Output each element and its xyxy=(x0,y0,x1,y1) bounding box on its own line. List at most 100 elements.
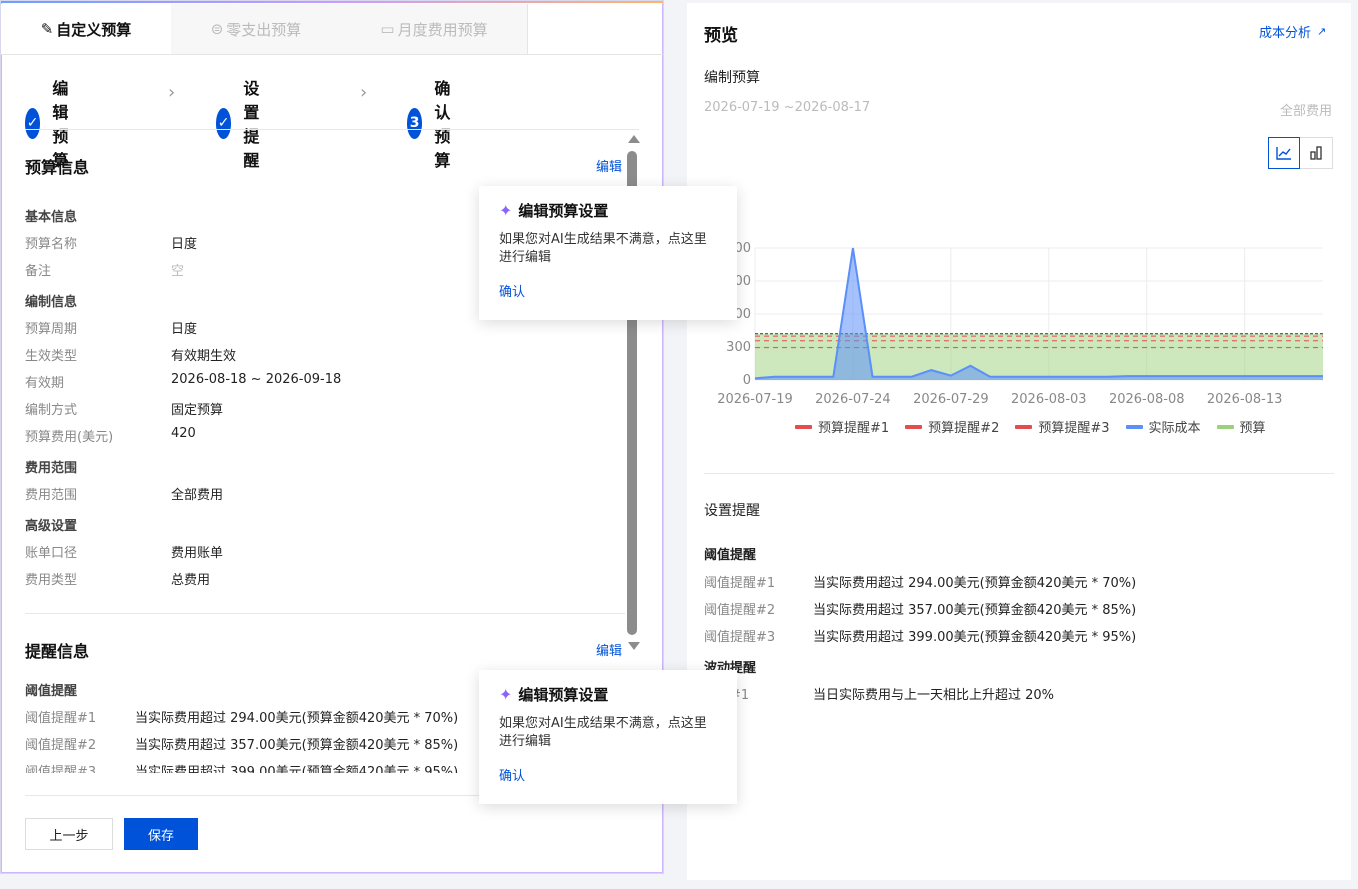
bar-chart-icon xyxy=(1310,146,1322,160)
coin-icon: ⊜ xyxy=(210,20,224,38)
x-tick-label: 2026-07-29 xyxy=(913,392,989,407)
sparkle-icon: ✦ xyxy=(499,201,513,220)
tooltip-confirm-button[interactable]: 确认 xyxy=(499,281,717,300)
info-group-title: 高级设置 xyxy=(25,519,78,534)
budget-chart: 030060090012002026-07-192026-07-242026-0… xyxy=(717,241,1323,407)
preview-title: 预览 xyxy=(704,26,738,46)
legend-swatch xyxy=(1125,424,1143,429)
alert-value: 当实际费用超过 294.00美元(预算金额420美元 * 70%) xyxy=(135,711,459,726)
info-value: 420 xyxy=(171,426,196,441)
legend-item-budget[interactable]: 预算 xyxy=(1216,417,1266,436)
divider xyxy=(25,613,625,614)
threshold-alert-subtitle: 阈值提醒 xyxy=(25,684,78,699)
info-value: 日度 xyxy=(171,322,198,337)
check-icon: ✓ xyxy=(25,107,41,139)
divider xyxy=(25,129,639,130)
info-value: 日度 xyxy=(171,237,198,252)
external-link-icon: ↗ xyxy=(1317,25,1327,38)
alert-setting-label: 阈值提醒#1 xyxy=(704,576,776,591)
legend-item-alert2[interactable]: 预算提醒#2 xyxy=(905,417,999,436)
info-label: 预算费用(美元) xyxy=(25,430,114,445)
info-label: 备注 xyxy=(25,264,52,279)
x-tick-label: 2026-08-13 xyxy=(1207,392,1283,407)
tooltip-title: ✦ 编辑预算设置 xyxy=(499,201,609,220)
alert-label: 阈值提醒#1 xyxy=(25,711,97,726)
preview-subtitle: 编制预算 xyxy=(704,70,760,86)
tooltip-confirm-button[interactable]: 确认 xyxy=(499,765,717,784)
info-label: 预算名称 xyxy=(25,237,78,252)
info-value: 费用账单 xyxy=(171,546,224,561)
alert-settings-title: 设置提醒 xyxy=(704,503,760,519)
step-number: 3 xyxy=(407,107,423,139)
info-label: 生效类型 xyxy=(25,349,78,364)
alert-value: 当实际费用超过 357.00美元(预算金额420美元 * 85%) xyxy=(135,738,459,753)
tooltip-title: ✦ 编辑预算设置 xyxy=(499,685,609,704)
x-tick-label: 2026-07-19 xyxy=(717,392,793,407)
legend-swatch xyxy=(1015,424,1033,429)
chevron-right-icon: › xyxy=(168,82,176,103)
alert-info-title: 提醒信息 xyxy=(25,642,90,661)
y-tick-label: 300 xyxy=(726,340,751,355)
prev-step-button[interactable]: 上一步 xyxy=(25,818,113,850)
check-icon: ✓ xyxy=(216,107,232,139)
x-tick-label: 2026-08-08 xyxy=(1109,392,1185,407)
alert-setting-value: 当实际费用超过 294.00美元(预算金额420美元 * 70%) xyxy=(813,576,1137,591)
info-group-title: 费用范围 xyxy=(25,461,78,476)
info-label: 账单口径 xyxy=(25,546,78,561)
info-group-title: 基本信息 xyxy=(25,210,78,225)
sparkle-icon: ✦ xyxy=(499,685,513,704)
y-tick-label: 0 xyxy=(743,373,751,388)
alert-label: 阈值提醒#3 xyxy=(25,765,97,773)
budget-info-title: 预算信息 xyxy=(25,158,90,177)
info-label: 费用范围 xyxy=(25,488,78,503)
legend-swatch xyxy=(905,424,923,429)
scroll-up-icon[interactable] xyxy=(628,135,640,143)
tab-monthly-budget[interactable]: ▭ 月度费用预算 xyxy=(341,4,528,54)
budget-info-edit-link[interactable]: 编辑 xyxy=(596,156,622,175)
info-value: 2026-08-18 ~ 2026-09-18 xyxy=(171,372,342,387)
info-value: 全部费用 xyxy=(171,488,224,503)
legend-swatch xyxy=(1216,424,1234,429)
alert-setting-label: 阈值提醒#3 xyxy=(704,630,776,645)
preview-panel: 预览 成本分析 ↗ 编制预算 2026-07-19 ~2026-08-17 全部费… xyxy=(687,3,1351,880)
alert-value: 当实际费用超过 399.00美元(预算金额420美元 * 95%) xyxy=(135,765,459,773)
info-label: 费用类型 xyxy=(25,573,78,588)
tooltip-body: 如果您对AI生成结果不满意，点这里进行编辑 xyxy=(499,232,707,265)
divider xyxy=(704,473,1334,474)
info-label: 预算周期 xyxy=(25,322,78,337)
tab-custom-budget[interactable]: ✎ 自定义预算 xyxy=(1,4,172,54)
info-label: 有效期 xyxy=(25,376,65,391)
bar-chart-toggle[interactable] xyxy=(1300,137,1333,169)
scroll-down-icon[interactable] xyxy=(628,642,640,650)
legend-swatch xyxy=(795,424,812,429)
cost-analysis-link[interactable]: 成本分析 ↗ xyxy=(1259,22,1326,41)
tab-zero-spend-budget[interactable]: ⊜ 零支出预算 xyxy=(171,4,342,54)
alert-setting-value: 当实际费用超过 399.00美元(预算金额420美元 * 95%) xyxy=(813,630,1137,645)
info-group-title: 编制信息 xyxy=(25,295,78,310)
x-tick-label: 2026-07-24 xyxy=(815,392,891,407)
alert-setting-value: 当实际费用超过 357.00美元(预算金额420美元 * 85%) xyxy=(813,603,1137,618)
line-chart-icon xyxy=(1276,147,1291,160)
chevron-right-icon: › xyxy=(360,82,368,103)
threshold-alert-title: 阈值提醒 xyxy=(704,548,757,563)
info-value: 总费用 xyxy=(171,573,211,588)
legend-item-actual-cost[interactable]: 实际成本 xyxy=(1125,417,1201,436)
alert-setting-label: 阈值提醒#2 xyxy=(704,603,776,618)
chart-legend: 预算提醒#1 预算提醒#2 预算提醒#3 实际成本 预算 xyxy=(795,417,1282,436)
legend-item-alert1[interactable]: 预算提醒#1 xyxy=(795,417,889,436)
tooltip-body: 如果您对AI生成结果不满意，点这里进行编辑 xyxy=(499,716,707,749)
pencil-icon: ✎ xyxy=(40,20,54,38)
calendar-icon: ▭ xyxy=(380,20,395,38)
date-range: 2026-07-19 ~2026-08-17 xyxy=(704,100,871,115)
x-tick-label: 2026-08-03 xyxy=(1011,392,1087,407)
tab-bar: ✎ 自定义预算 ⊜ 零支出预算 ▭ 月度费用预算 xyxy=(1,4,663,55)
legend-item-alert3[interactable]: 预算提醒#3 xyxy=(1015,417,1110,436)
line-chart-toggle[interactable] xyxy=(1268,137,1300,169)
info-value: 固定预算 xyxy=(171,403,224,418)
info-value: 有效期生效 xyxy=(171,349,237,364)
fluct-alert-value: 当日实际费用与上一天相比上升超过 20% xyxy=(813,688,1055,703)
info-value: 空 xyxy=(171,264,185,279)
alert-info-edit-link[interactable]: 编辑 xyxy=(596,640,622,659)
edit-settings-tooltip: ✦ 编辑预算设置 如果您对AI生成结果不满意，点这里进行编辑 确认 xyxy=(479,670,737,804)
save-button[interactable]: 保存 xyxy=(124,818,198,850)
